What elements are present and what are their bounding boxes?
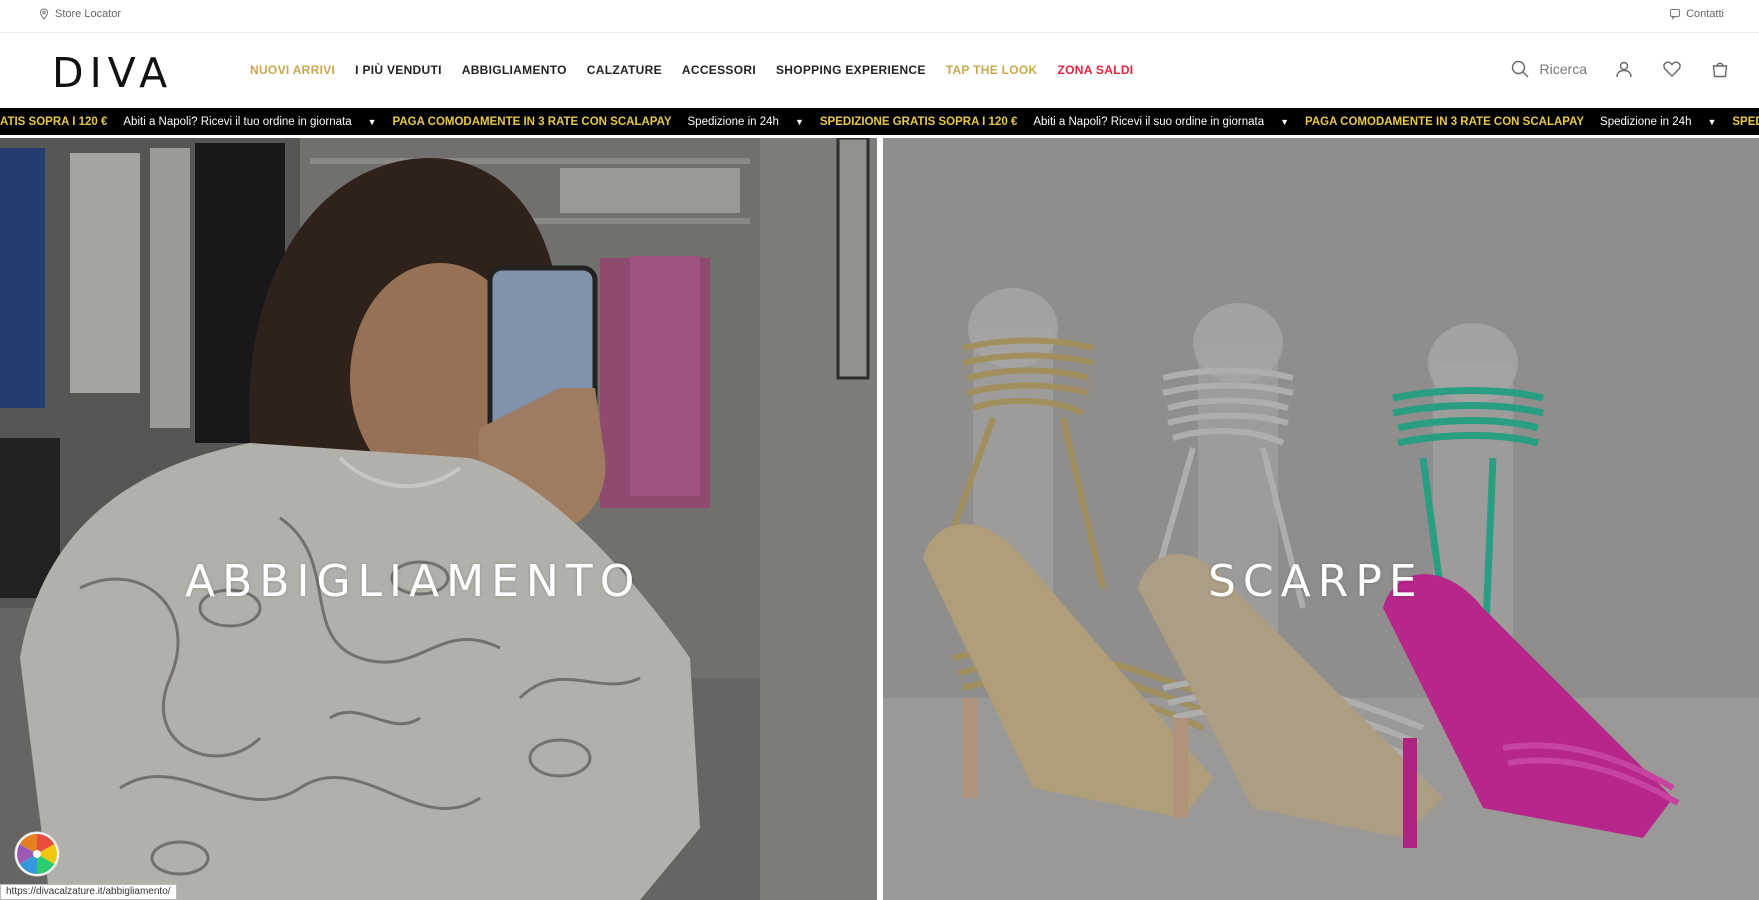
triangle-down-icon: ▼ (1707, 116, 1717, 127)
marquee-item: PAGA COMODAMENTE IN 3 RATE CON SCALAPAY (1305, 115, 1585, 128)
wishlist-button[interactable] (1661, 58, 1683, 80)
store-locator-link[interactable]: Store Locator (38, 8, 121, 20)
triangle-down-icon: ▼ (794, 116, 804, 127)
marquee-item: Abiti a Napoli? Ricevi il tuo ordine in … (123, 115, 352, 128)
hero-title-abbigliamento[interactable]: ABBIGLIAMENTO (185, 556, 641, 607)
marquee-item: Spedizione in 24h (1600, 115, 1692, 128)
store-locator-label: Store Locator (55, 8, 122, 20)
nav-item-nuovi-arrivi[interactable]: NUOVI ARRIVI (250, 63, 335, 77)
marquee-item: Spedizione in 24h (687, 115, 779, 128)
hero-abbigliamento-banner[interactable]: ABBIGLIAMENTO https://divacalzature.it/a… (0, 138, 877, 900)
main-nav: NUOVI ARRIVI I PIÙ VENDUTI ABBIGLIAMENTO… (250, 63, 1133, 77)
location-pin-icon (39, 8, 49, 20)
nav-item-calzature[interactable]: CALZATURE (587, 63, 662, 77)
marquee-item: PAGA COMODAMENTE IN 3 RATE CON SCALAPAY (392, 115, 672, 128)
chat-icon (1670, 9, 1681, 20)
sandals-photo (883, 138, 1759, 900)
nav-item-abbigliamento[interactable]: ABBIGLIAMENTO (462, 63, 567, 77)
site-header: DIVA NUOVI ARRIVI I PIÙ VENDUTI ABBIGLIA… (0, 33, 1759, 108)
header-actions: Ricerca (1510, 58, 1731, 80)
cart-button[interactable] (1709, 58, 1731, 80)
heart-icon (1663, 61, 1681, 77)
nav-item-shopping-experience[interactable]: SHOPPING EXPERIENCE (776, 63, 926, 77)
marquee-item: Abiti a Napoli? Ricevi il suo ordine in … (1033, 115, 1265, 128)
nav-item-piu-venduti[interactable]: I PIÙ VENDUTI (355, 63, 442, 77)
triangle-down-icon: ▼ (1280, 116, 1290, 127)
hero-scarpe-banner[interactable]: SCARPE (883, 138, 1759, 900)
triangle-down-icon: ▼ (367, 116, 377, 127)
nav-item-zona-saldi[interactable]: ZONA SALDI (1058, 63, 1134, 77)
marquee-item: SPEDIZIONE GRATIS SOPRA I 120 € (819, 115, 1018, 128)
search-button[interactable]: Ricerca (1510, 59, 1587, 79)
search-label: Ricerca (1539, 61, 1587, 77)
status-url: https://divacalzature.it/abbigliamento/ (0, 884, 177, 900)
promo-marquee: ATIS SOPRA I 120 € Abiti a Napoli? Ricev… (0, 108, 1759, 135)
brand-logo[interactable]: DIVA (52, 49, 173, 97)
hero-title-scarpe[interactable]: SCARPE (1208, 556, 1424, 607)
contacts-label: Contatti (1686, 8, 1724, 20)
marquee-item: SPEDI (1732, 115, 1759, 128)
utility-bar: Store Locator Contatti (0, 0, 1759, 33)
bag-icon (1712, 62, 1728, 78)
nav-item-accessori[interactable]: ACCESSORI (682, 63, 756, 77)
fashion-photo-illustration (0, 138, 877, 900)
search-icon (1511, 60, 1529, 78)
account-button[interactable] (1613, 58, 1635, 80)
nav-item-tap-the-look[interactable]: TAP THE LOOK (946, 63, 1038, 77)
user-icon (1616, 61, 1632, 78)
prize-wheel-icon[interactable] (13, 830, 61, 878)
contacts-link[interactable]: Contatti (1669, 8, 1724, 20)
marquee-item: ATIS SOPRA I 120 € (0, 115, 108, 128)
